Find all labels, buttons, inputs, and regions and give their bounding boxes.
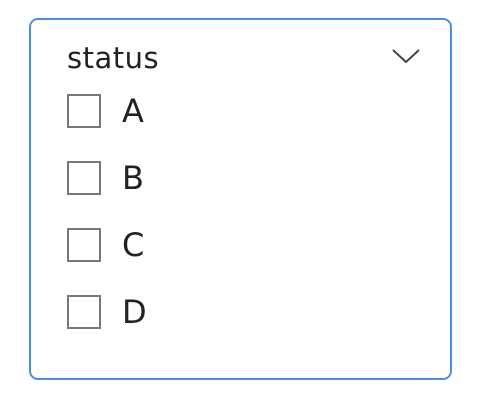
option-d[interactable]: D	[65, 293, 405, 335]
option-label-b: B	[122, 159, 144, 197]
checkbox-d[interactable]	[67, 295, 101, 329]
status-filter-panel: status A B C D	[29, 18, 452, 380]
chevron-down-icon[interactable]	[391, 46, 421, 66]
status-filter-header[interactable]: status	[31, 20, 450, 92]
option-label-a: A	[122, 92, 144, 130]
option-a[interactable]: A	[65, 92, 405, 134]
checkbox-b[interactable]	[67, 161, 101, 195]
option-c[interactable]: C	[65, 226, 405, 268]
checkbox-c[interactable]	[67, 228, 101, 262]
checkbox-a[interactable]	[67, 94, 101, 128]
option-label-c: C	[122, 226, 145, 264]
option-label-d: D	[122, 293, 147, 331]
option-b[interactable]: B	[65, 159, 405, 201]
filter-title: status	[67, 41, 160, 75]
